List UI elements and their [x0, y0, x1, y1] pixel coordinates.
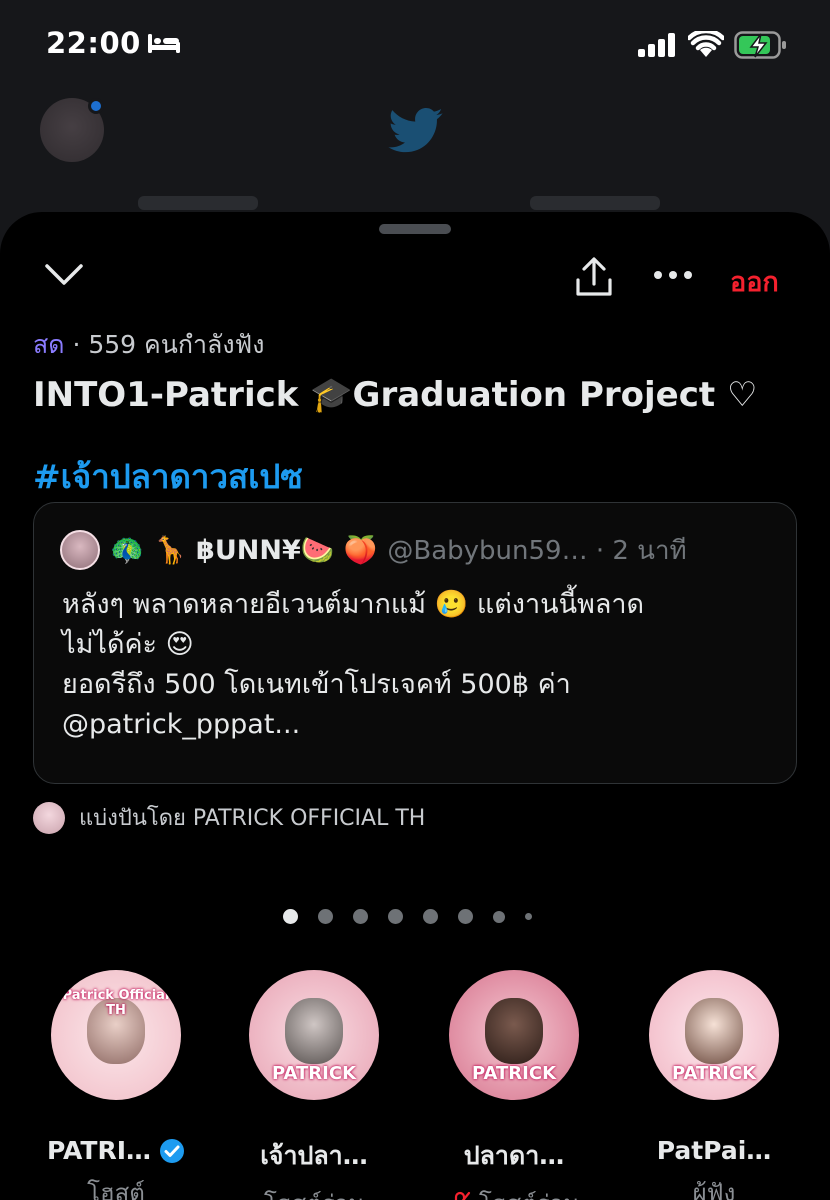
chevron-down-icon[interactable]: [44, 262, 84, 288]
verified-badge-icon: [160, 1138, 185, 1163]
clock: 22:00: [46, 26, 141, 60]
page-indicator[interactable]: [283, 909, 552, 924]
avatar-text: Patrick Official TH: [62, 988, 170, 1018]
avatar-photo: [485, 998, 543, 1064]
participant-role: ผู้ฟัง: [692, 1179, 736, 1200]
page-dot: [318, 909, 333, 924]
participant-avatar[interactable]: Patrick Official TH: [51, 970, 181, 1100]
page-dot: [283, 909, 298, 924]
hashtag-link[interactable]: #เจ้าปลาดาวสเปซ: [33, 450, 303, 503]
participant-listener[interactable]: PATRICK PatPai… ผู้ฟัง: [614, 970, 814, 1200]
leave-button[interactable]: ออก: [730, 260, 779, 303]
participant-avatar[interactable]: PATRICK: [649, 970, 779, 1100]
status-bar: 22:00: [0, 0, 830, 90]
space-title: INTO1-Patrick 🎓Graduation Project ♡: [33, 375, 758, 415]
participant-name: เจ้าปลา…: [260, 1141, 368, 1170]
participant-name-text: PATRI…: [46, 1136, 152, 1165]
tweet-author-avatar[interactable]: [60, 530, 100, 570]
participant-role: โฮสต์ร่วม: [214, 1184, 414, 1200]
more-options-icon[interactable]: [653, 270, 693, 280]
mic-muted-icon: [454, 1191, 471, 1200]
cellular-signal-icon: [638, 33, 675, 57]
participants-row: Patrick Official TH PATRI… โฮสต์ PATRICK…: [0, 970, 830, 1200]
sharer-avatar: [33, 801, 65, 834]
participant-host[interactable]: Patrick Official TH PATRI… โฮสต์: [16, 970, 216, 1200]
participant-name: PatPai…: [656, 1136, 772, 1165]
tweet-author-handle: @Babybun59… · 2 นาที: [387, 535, 687, 566]
notification-dot: [88, 98, 104, 114]
live-status: สด · 559 คนกำลังฟัง: [33, 325, 264, 365]
participant-cohost[interactable]: PATRICK ปลาดา… โฮสต์ร่วม: [414, 970, 614, 1200]
participant-name: PATRI…: [16, 1136, 216, 1165]
tweet-header: 🦚 🦒 ฿UNN¥🍉 🍑 @Babybun59… · 2 นาที: [60, 527, 687, 573]
participant-role: โฮสต์ร่วม: [414, 1184, 614, 1200]
participant-role-text: โฮสต์ร่วม: [479, 1184, 579, 1200]
page-dot: [388, 909, 403, 924]
tweet-author-name[interactable]: 🦚 🦒 ฿UNN¥🍉 🍑: [110, 534, 377, 566]
twitter-bird-icon: [388, 108, 443, 153]
participant-avatar[interactable]: PATRICK: [249, 970, 379, 1100]
page-dot: [525, 913, 532, 920]
faint-text: [530, 196, 660, 210]
page-dot: [458, 909, 473, 924]
participant-avatar[interactable]: PATRICK: [449, 970, 579, 1100]
participant-cohost[interactable]: PATRICK เจ้าปลา… โฮสต์ร่วม: [214, 970, 414, 1200]
page-dot: [423, 909, 438, 924]
sleep-focus-icon: [148, 34, 180, 53]
participant-role: โฮสต์: [87, 1179, 145, 1200]
shared-by[interactable]: แบ่งปันโดย PATRICK OFFICIAL TH: [33, 800, 425, 835]
wifi-icon: [688, 31, 724, 57]
avatar-photo: [285, 998, 343, 1064]
listener-count: · 559 คนกำลังฟัง: [72, 330, 265, 359]
share-icon[interactable]: [574, 256, 614, 298]
pinned-tweet-card[interactable]: 🦚 🦒 ฿UNN¥🍉 🍑 @Babybun59… · 2 นาที หลังๆ …: [33, 502, 797, 784]
avatar-photo: [685, 998, 743, 1064]
page-dot: [493, 910, 505, 923]
faint-text: [138, 196, 258, 210]
shared-by-label: แบ่งปันโดย PATRICK OFFICIAL TH: [79, 806, 426, 831]
battery-charging-icon: [734, 31, 786, 59]
live-badge: สด: [33, 330, 65, 359]
avatar-text: PATRICK: [271, 1063, 357, 1084]
avatar-text: PATRICK: [671, 1063, 757, 1084]
page-dot: [353, 909, 368, 924]
sheet-grabber[interactable]: [379, 224, 451, 234]
participant-name: ปลาดา…: [463, 1141, 565, 1170]
avatar-text: PATRICK: [471, 1063, 557, 1084]
tweet-text: หลังๆ พลาดหลายอีเวนต์มากแม้ 🥲 แต่งานนี้พ…: [62, 589, 645, 740]
